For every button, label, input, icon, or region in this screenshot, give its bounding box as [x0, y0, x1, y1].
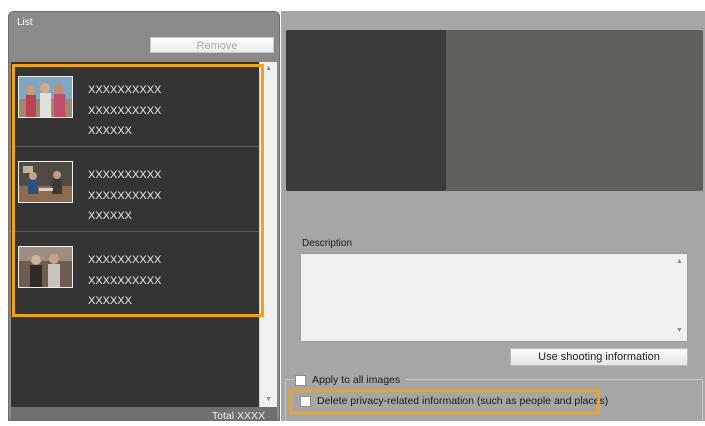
image-preview [286, 30, 703, 191]
thumbnail-image [18, 161, 73, 203]
apply-all-checkbox-row[interactable]: Apply to all images [295, 374, 407, 386]
item-line-3: XXXXXX [88, 295, 133, 307]
description-label: Description [302, 238, 353, 249]
scroll-up-icon[interactable]: ▲ [260, 62, 277, 76]
item-info: XXXXXXXXXX XXXXXXXXXX XXXXXX [88, 80, 161, 142]
item-line-3: XXXXXX [88, 125, 133, 137]
item-line-2: XXXXXXXXXX [88, 104, 162, 117]
description-scrollbar[interactable]: ▲ ▼ [672, 254, 687, 341]
list-item[interactable]: XXXXXXXXXX XXXXXXXXXX XXXXXX [11, 232, 259, 317]
scroll-down-icon[interactable]: ▼ [672, 327, 687, 334]
item-info: XXXXXXXXXX XXXXXXXXXX XXXXXX [88, 165, 161, 227]
thumbnail-image [18, 76, 73, 118]
item-line-1: XXXXXXXXXX [88, 254, 162, 266]
list-panel: List Remove XXXXXXXXXX XXXXXXXXXX XXXXXX… [8, 11, 280, 422]
delete-privacy-label: Delete privacy-related information (such… [317, 395, 609, 407]
list-item[interactable]: XXXXXXXXXX XXXXXXXXXX XXXXXX [11, 147, 259, 232]
scroll-up-icon[interactable]: ▲ [672, 258, 687, 265]
thumbnail-image [18, 246, 73, 288]
image-list[interactable]: XXXXXXXXXX XXXXXXXXXX XXXXXX XXXXXXXXXX … [11, 62, 277, 407]
item-line-2: XXXXXXXXXX [88, 189, 162, 202]
remove-button[interactable]: Remove [150, 37, 274, 53]
item-line-1: XXXXXXXXXX [88, 169, 162, 181]
item-info: XXXXXXXXXX XXXXXXXXXX XXXXXX [88, 250, 161, 312]
total-count: Total XXXX [11, 407, 277, 422]
description-textarea[interactable] [300, 253, 688, 342]
scroll-down-icon[interactable]: ▼ [260, 393, 277, 407]
list-panel-title: List [17, 17, 33, 28]
preview-left-area [286, 30, 446, 191]
item-line-2: XXXXXXXXXX [88, 274, 162, 287]
item-line-1: XXXXXXXXXX [88, 84, 162, 96]
delete-privacy-checkbox-row[interactable]: Delete privacy-related information (such… [300, 395, 608, 407]
apply-all-label: Apply to all images [312, 374, 401, 386]
list-scrollbar[interactable]: ▲ ▼ [259, 62, 277, 407]
delete-privacy-checkbox[interactable] [300, 395, 311, 407]
list-item[interactable]: XXXXXXXXXX XXXXXXXXXX XXXXXX [11, 62, 259, 147]
use-shooting-info-button[interactable]: Use shooting information [510, 348, 688, 366]
apply-all-checkbox[interactable] [295, 374, 306, 386]
item-line-3: XXXXXX [88, 210, 133, 222]
details-panel: Description ▲ ▼ Use shooting information… [281, 11, 705, 421]
